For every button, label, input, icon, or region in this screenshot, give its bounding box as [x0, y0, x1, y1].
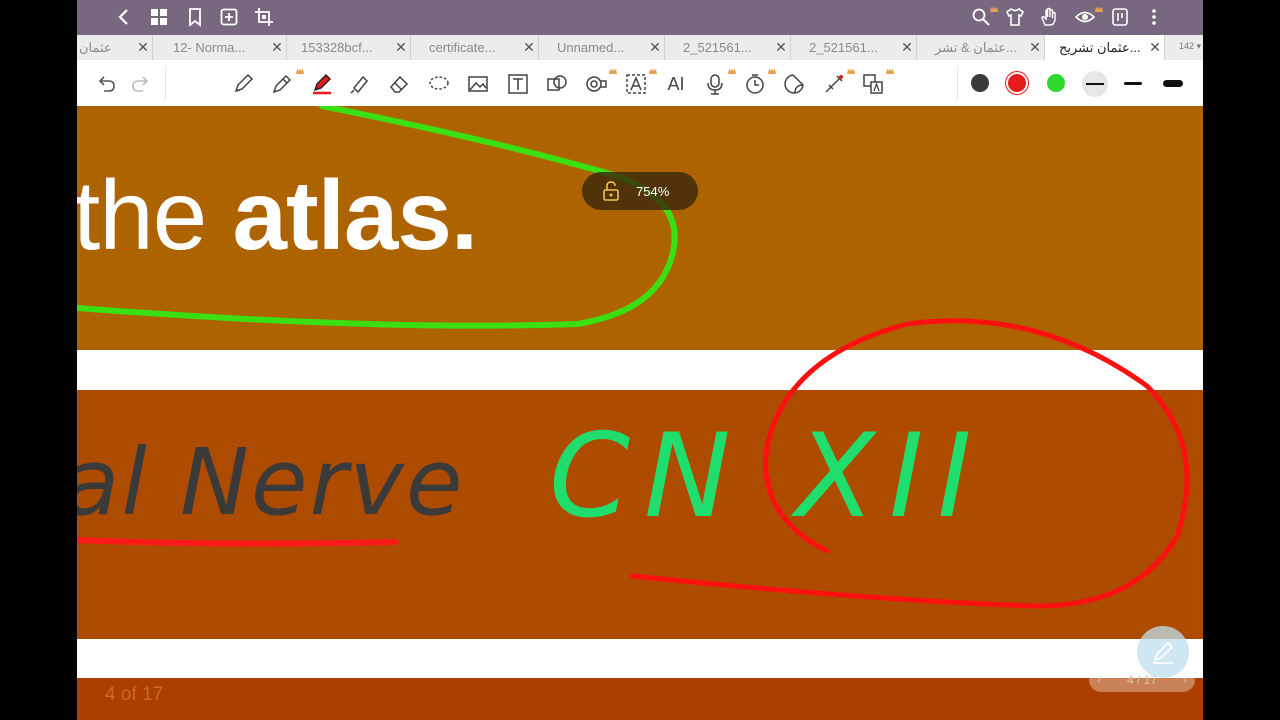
tab-label: certificate...	[429, 40, 496, 55]
tab-3[interactable]: certificate... ✕	[411, 35, 539, 60]
close-icon[interactable]: ✕	[1026, 39, 1044, 56]
pen-icon	[1153, 641, 1174, 664]
stroke-thick-button[interactable]	[1163, 80, 1183, 87]
more-icon[interactable]	[1143, 6, 1165, 28]
red-ink-underline	[77, 537, 398, 547]
tab-label: Unnamed...	[557, 40, 625, 55]
bookmark-icon[interactable]	[184, 6, 206, 28]
image-icon[interactable]	[466, 72, 490, 96]
floating-pen-button[interactable]	[1137, 626, 1189, 678]
undo-icon[interactable]	[94, 72, 118, 96]
tab-6[interactable]: 2_521561... ✕	[791, 35, 917, 60]
prev-page-icon[interactable]: ‹	[1097, 673, 1101, 687]
close-icon[interactable]: ✕	[392, 39, 410, 56]
tab-label: عثمان تشريح...	[1059, 39, 1141, 55]
tape-icon[interactable]	[584, 72, 608, 96]
ai-label: AI	[667, 73, 685, 94]
premium-crown-icon	[990, 6, 998, 12]
tab-bar: عثمان ✕ 12- Norma... ✕ 153328bcf... ✕ certi…	[77, 35, 1203, 61]
premium-crown-icon	[847, 68, 855, 74]
microphone-icon[interactable]	[703, 72, 727, 96]
zoom-level: 754%	[636, 183, 670, 199]
tab-count[interactable]: 142 ▾	[1179, 41, 1201, 52]
close-icon[interactable]: ✕	[268, 39, 286, 56]
timer-icon[interactable]	[743, 72, 767, 96]
handwritten-nerve-text: al Nerve	[77, 429, 464, 536]
unlock-icon	[603, 181, 619, 201]
eye-icon[interactable]	[1074, 6, 1096, 28]
tab-1[interactable]: 12- Norma... ✕	[153, 35, 287, 60]
tab-label: عثمان & تشر...	[935, 39, 1017, 55]
search-icon[interactable]	[970, 6, 992, 28]
premium-crown-icon	[886, 68, 894, 74]
pen-icon[interactable]	[231, 72, 255, 96]
tab-label: 2_521561...	[683, 40, 752, 55]
add-page-icon[interactable]	[218, 6, 240, 28]
sticker-icon[interactable]	[782, 72, 806, 96]
text-icon[interactable]	[506, 72, 530, 96]
tab-4[interactable]: Unnamed... ✕	[539, 35, 665, 60]
eraser-icon[interactable]	[387, 72, 411, 96]
tab-7[interactable]: عثمان & تشر... ✕	[917, 35, 1045, 60]
premium-crown-icon	[609, 68, 617, 74]
laser-icon[interactable]	[822, 72, 846, 96]
close-icon[interactable]: ✕	[134, 39, 152, 56]
divider	[165, 66, 166, 100]
green-ink-loop	[77, 106, 678, 329]
tab-label: 2_521561...	[809, 40, 878, 55]
premium-crown-icon	[768, 68, 776, 74]
premium-crown-icon	[649, 68, 657, 74]
tab-2[interactable]: 153328bcf... ✕	[287, 35, 411, 60]
premium-crown-icon	[1095, 6, 1103, 12]
tab-label: 12- Norma...	[173, 40, 246, 55]
shirt-icon[interactable]	[1004, 6, 1026, 28]
stroke-medium-button[interactable]	[1124, 82, 1142, 85]
marker-icon[interactable]	[310, 72, 334, 96]
premium-crown-icon	[728, 68, 736, 74]
color-swatch-green[interactable]	[1047, 74, 1065, 92]
close-icon[interactable]: ✕	[1146, 39, 1164, 56]
notes-app: عثمان ✕ 12- Norma... ✕ 153328bcf... ✕ certi…	[77, 0, 1203, 720]
lasso-icon[interactable]	[427, 72, 451, 96]
shapes-icon[interactable]	[545, 72, 569, 96]
redo-icon[interactable]	[129, 72, 153, 96]
tab-0[interactable]: عثمان ✕	[77, 35, 153, 60]
top-bar	[77, 0, 1203, 35]
premium-crown-icon	[296, 68, 304, 74]
tab-label: 153328bcf...	[301, 40, 373, 55]
close-icon[interactable]: ✕	[772, 39, 790, 56]
color-swatch-dark[interactable]	[971, 74, 989, 92]
close-icon[interactable]: ✕	[898, 39, 916, 56]
close-icon[interactable]: ✕	[520, 39, 538, 56]
next-page-icon[interactable]: ›	[1183, 673, 1187, 687]
close-icon[interactable]: ✕	[646, 39, 664, 56]
pencil-icon[interactable]	[270, 72, 294, 96]
zoom-indicator[interactable]: 754%	[582, 172, 698, 210]
color-swatch-red[interactable]	[1008, 74, 1026, 92]
tab-8[interactable]: عثمان تشريح... ✕	[1045, 35, 1165, 60]
stroke-thin-button[interactable]	[1082, 71, 1108, 97]
divider	[957, 66, 958, 100]
tab-5[interactable]: 2_521561... ✕	[665, 35, 791, 60]
tab-label: عثمان	[79, 39, 112, 55]
back-icon[interactable]	[113, 6, 135, 28]
ai-icon[interactable]: AI	[664, 72, 688, 96]
tool-bar: AI	[77, 60, 1203, 107]
crop-icon[interactable]	[253, 6, 275, 28]
phone-icon[interactable]	[1109, 6, 1131, 28]
text-recognition-icon[interactable]	[624, 72, 648, 96]
highlighter-icon[interactable]	[348, 72, 372, 96]
translate-icon[interactable]	[861, 72, 885, 96]
grid-icon[interactable]	[148, 6, 170, 28]
hand-icon[interactable]	[1038, 6, 1060, 28]
